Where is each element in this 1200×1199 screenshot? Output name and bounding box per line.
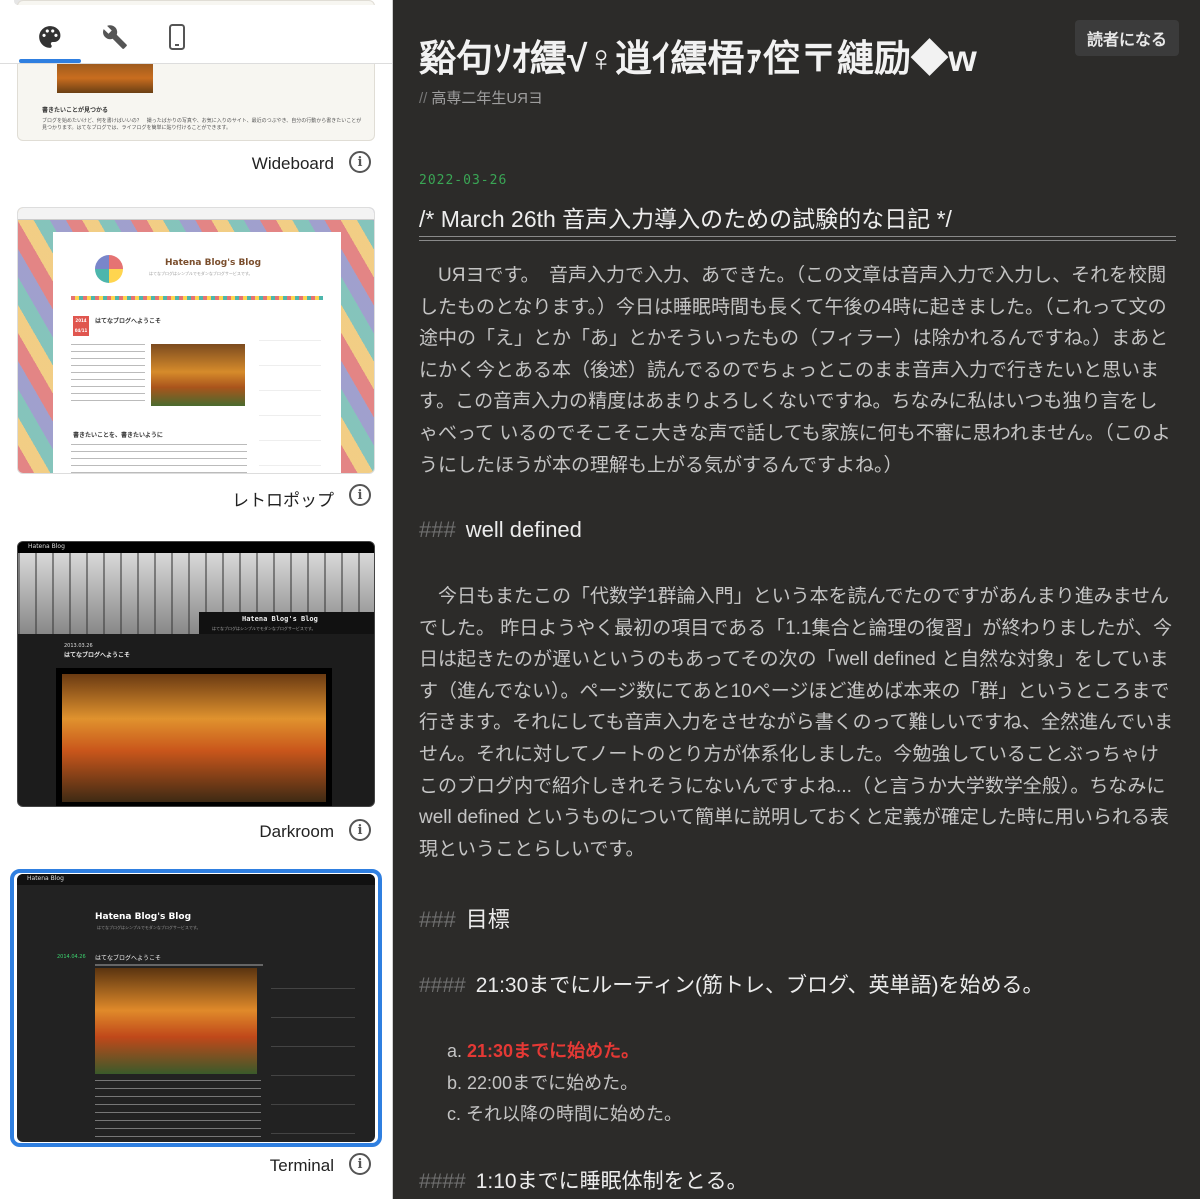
- info-icon[interactable]: i: [349, 151, 371, 173]
- wideboard-preview-text: ブログを始めたいけど、何を書けばいいの？ 撮ったばかりの写真や、お気に入りのサイ…: [42, 118, 362, 131]
- list-item-text: 22:00までに始めた。: [467, 1072, 639, 1093]
- post-title[interactable]: /* March 26th 音声入力導入のための試験的な日記 */: [419, 200, 952, 234]
- terminal-preview-post-title: はてなブログへようこそ: [95, 955, 162, 962]
- heading-text: 目標: [465, 907, 510, 932]
- goal-list: a. 21:30までに始めた。 b. 22:00までに始めた。 c. それ以降の…: [447, 1036, 682, 1131]
- theme-tab-bar: [0, 5, 392, 64]
- smartphone-icon: [169, 24, 185, 50]
- terminal-preview-brand: Hatena Blog: [27, 875, 64, 882]
- terminal-preview-text: [95, 1080, 261, 1140]
- list-marker: b.: [447, 1072, 463, 1093]
- terminal-preview-navbar: Hatena Blog: [17, 874, 375, 885]
- darkroom-preview-brand: Hatena Blog: [28, 543, 65, 550]
- blog-title[interactable]: 谿句ｿｵ繧√♀逍ｲ繧梧ｧ倥〒縺励◆w: [419, 28, 977, 82]
- retro-preview-page: Hatena Blog's Blog はてなブログはシンプルでモダンなブログサー…: [53, 232, 341, 473]
- terminal-preview-title: Hatena Blog's Blog: [95, 912, 192, 922]
- terminal-preview-subtitle: はてなブログはシンプルでモダンなブログサービスです。: [97, 925, 201, 930]
- theme-name-darkroom[interactable]: Darkroom: [259, 822, 334, 842]
- heading-goal: ### 目標: [419, 902, 510, 934]
- post-paragraph-2: 今日もまたこの「代数学1群論入門」という本を読んでたのですがあんまり進みませんで…: [419, 586, 1174, 860]
- post-paragraph-1: UЯヨです。 音声入力で入力、あできた。（この文章は音声入力で入力し、それを校閲…: [419, 265, 1171, 476]
- heading-sleep: #### 1:10までに睡眠体制をとる。: [419, 1165, 748, 1195]
- tab-smartphone[interactable]: [157, 17, 197, 57]
- retro-preview-title: Hatena Blog's Blog: [165, 258, 262, 268]
- tab-customize[interactable]: [95, 17, 135, 57]
- heading-marker: ####: [419, 974, 466, 997]
- post-date[interactable]: 2022-03-26: [419, 173, 507, 188]
- theme-name-terminal[interactable]: Terminal: [270, 1156, 334, 1176]
- heading-routine: #### 21:30までにルーティン(筋トレ、ブログ、英単語)を始める。: [419, 969, 1044, 999]
- palette-icon: [39, 26, 61, 48]
- darkroom-preview-photo: [56, 668, 332, 806]
- terminal-preview-sidebar: [271, 960, 355, 1140]
- wideboard-preview-heading: 書きたいことが見つかる: [42, 107, 109, 114]
- blog-preview: 読者になる 谿句ｿｵ繧√♀逍ｲ繧梧ｧ倥〒縺励◆w //高専二年生UЯヨ 2022…: [393, 0, 1200, 1199]
- info-icon[interactable]: i: [349, 819, 371, 841]
- retro-preview-divider: [71, 296, 323, 300]
- heading-marker: ###: [419, 517, 456, 542]
- tab-design[interactable]: [30, 17, 70, 57]
- list-marker: c.: [447, 1104, 462, 1124]
- subscribe-button[interactable]: 読者になる: [1074, 20, 1179, 56]
- retro-preview-photo: [151, 344, 245, 406]
- darkroom-preview-navbar: Hatena Blog: [18, 542, 374, 553]
- retro-preview-navbar: [18, 208, 374, 220]
- theme-name-retropop[interactable]: レトロポップ: [232, 486, 334, 511]
- theme-name-wideboard[interactable]: Wideboard: [252, 154, 334, 174]
- darkroom-preview-post-title: はてなブログへようこそ: [64, 652, 131, 659]
- list-item: a. 21:30までに始めた。: [447, 1036, 682, 1068]
- list-item-text-highlight: 21:30までに始めた。: [467, 1041, 640, 1061]
- terminal-preview-rule: [95, 964, 263, 966]
- list-item: b. 22:00までに始めた。: [447, 1068, 682, 1100]
- retro-preview-logo: [95, 255, 123, 283]
- list-item-text: それ以降の時間に始めた。: [466, 1104, 683, 1124]
- retro-preview-text: [71, 344, 145, 404]
- heading-text: 1:10までに睡眠体制をとる。: [475, 1170, 748, 1193]
- heading-well-defined: ### well defined: [419, 517, 582, 543]
- retro-preview-sidebar: [259, 316, 321, 473]
- theme-card-terminal[interactable]: Hatena Blog Hatena Blog's Blog はてなブログはシン…: [17, 874, 375, 1142]
- retro-preview-subtitle: はてなブログはシンプルでモダンなブログサービスです。: [149, 271, 253, 276]
- active-tab-indicator: [19, 59, 81, 63]
- terminal-preview-photo: [95, 968, 257, 1074]
- info-icon[interactable]: i: [349, 484, 371, 506]
- darkroom-preview-subtitle: はてなブログはシンプルでモダンなブログサービスです。: [212, 626, 316, 631]
- post-title-rule: [419, 236, 1176, 241]
- list-item: c. それ以降の時間に始めた。: [447, 1099, 682, 1131]
- wideboard-preview-photo: [57, 63, 153, 93]
- list-marker: a.: [447, 1041, 463, 1061]
- heading-text: well defined: [465, 517, 582, 542]
- terminal-preview-date: 2014.04.26: [57, 954, 86, 960]
- retro-preview-heading: 書きたいことを、書きたいように: [73, 432, 163, 439]
- retro-preview-date: 2014 04/11: [73, 316, 89, 336]
- darkroom-preview-date: 2013.03.26: [64, 643, 93, 649]
- info-icon[interactable]: i: [349, 1153, 371, 1175]
- theme-card-retropop[interactable]: Hatena Blog's Blog はてなブログはシンプルでモダンなブログサー…: [17, 207, 375, 474]
- description-slash: //: [419, 90, 428, 107]
- theme-card-darkroom[interactable]: Hatena Blog Hatena Blog's Blog はてなブログはシン…: [17, 541, 375, 807]
- wrench-icon: [103, 25, 127, 49]
- heading-marker: ###: [419, 907, 456, 932]
- theme-panel: 書きたいことが見つかる ブログを始めたいけど、何を書けばいいの？ 撮ったばかりの…: [0, 0, 393, 1199]
- darkroom-preview-title: Hatena Blog's Blog: [242, 615, 318, 623]
- retro-preview-text-2: [71, 444, 247, 473]
- heading-marker: ####: [419, 1170, 466, 1193]
- blog-description: //高専二年生UЯヨ: [419, 87, 543, 108]
- retro-preview-post-title: はてなブログへようこそ: [95, 318, 162, 325]
- heading-text: 21:30までにルーティン(筋トレ、ブログ、英単語)を始める。: [475, 974, 1044, 997]
- blog-description-text: 高専二年生UЯヨ: [431, 90, 544, 107]
